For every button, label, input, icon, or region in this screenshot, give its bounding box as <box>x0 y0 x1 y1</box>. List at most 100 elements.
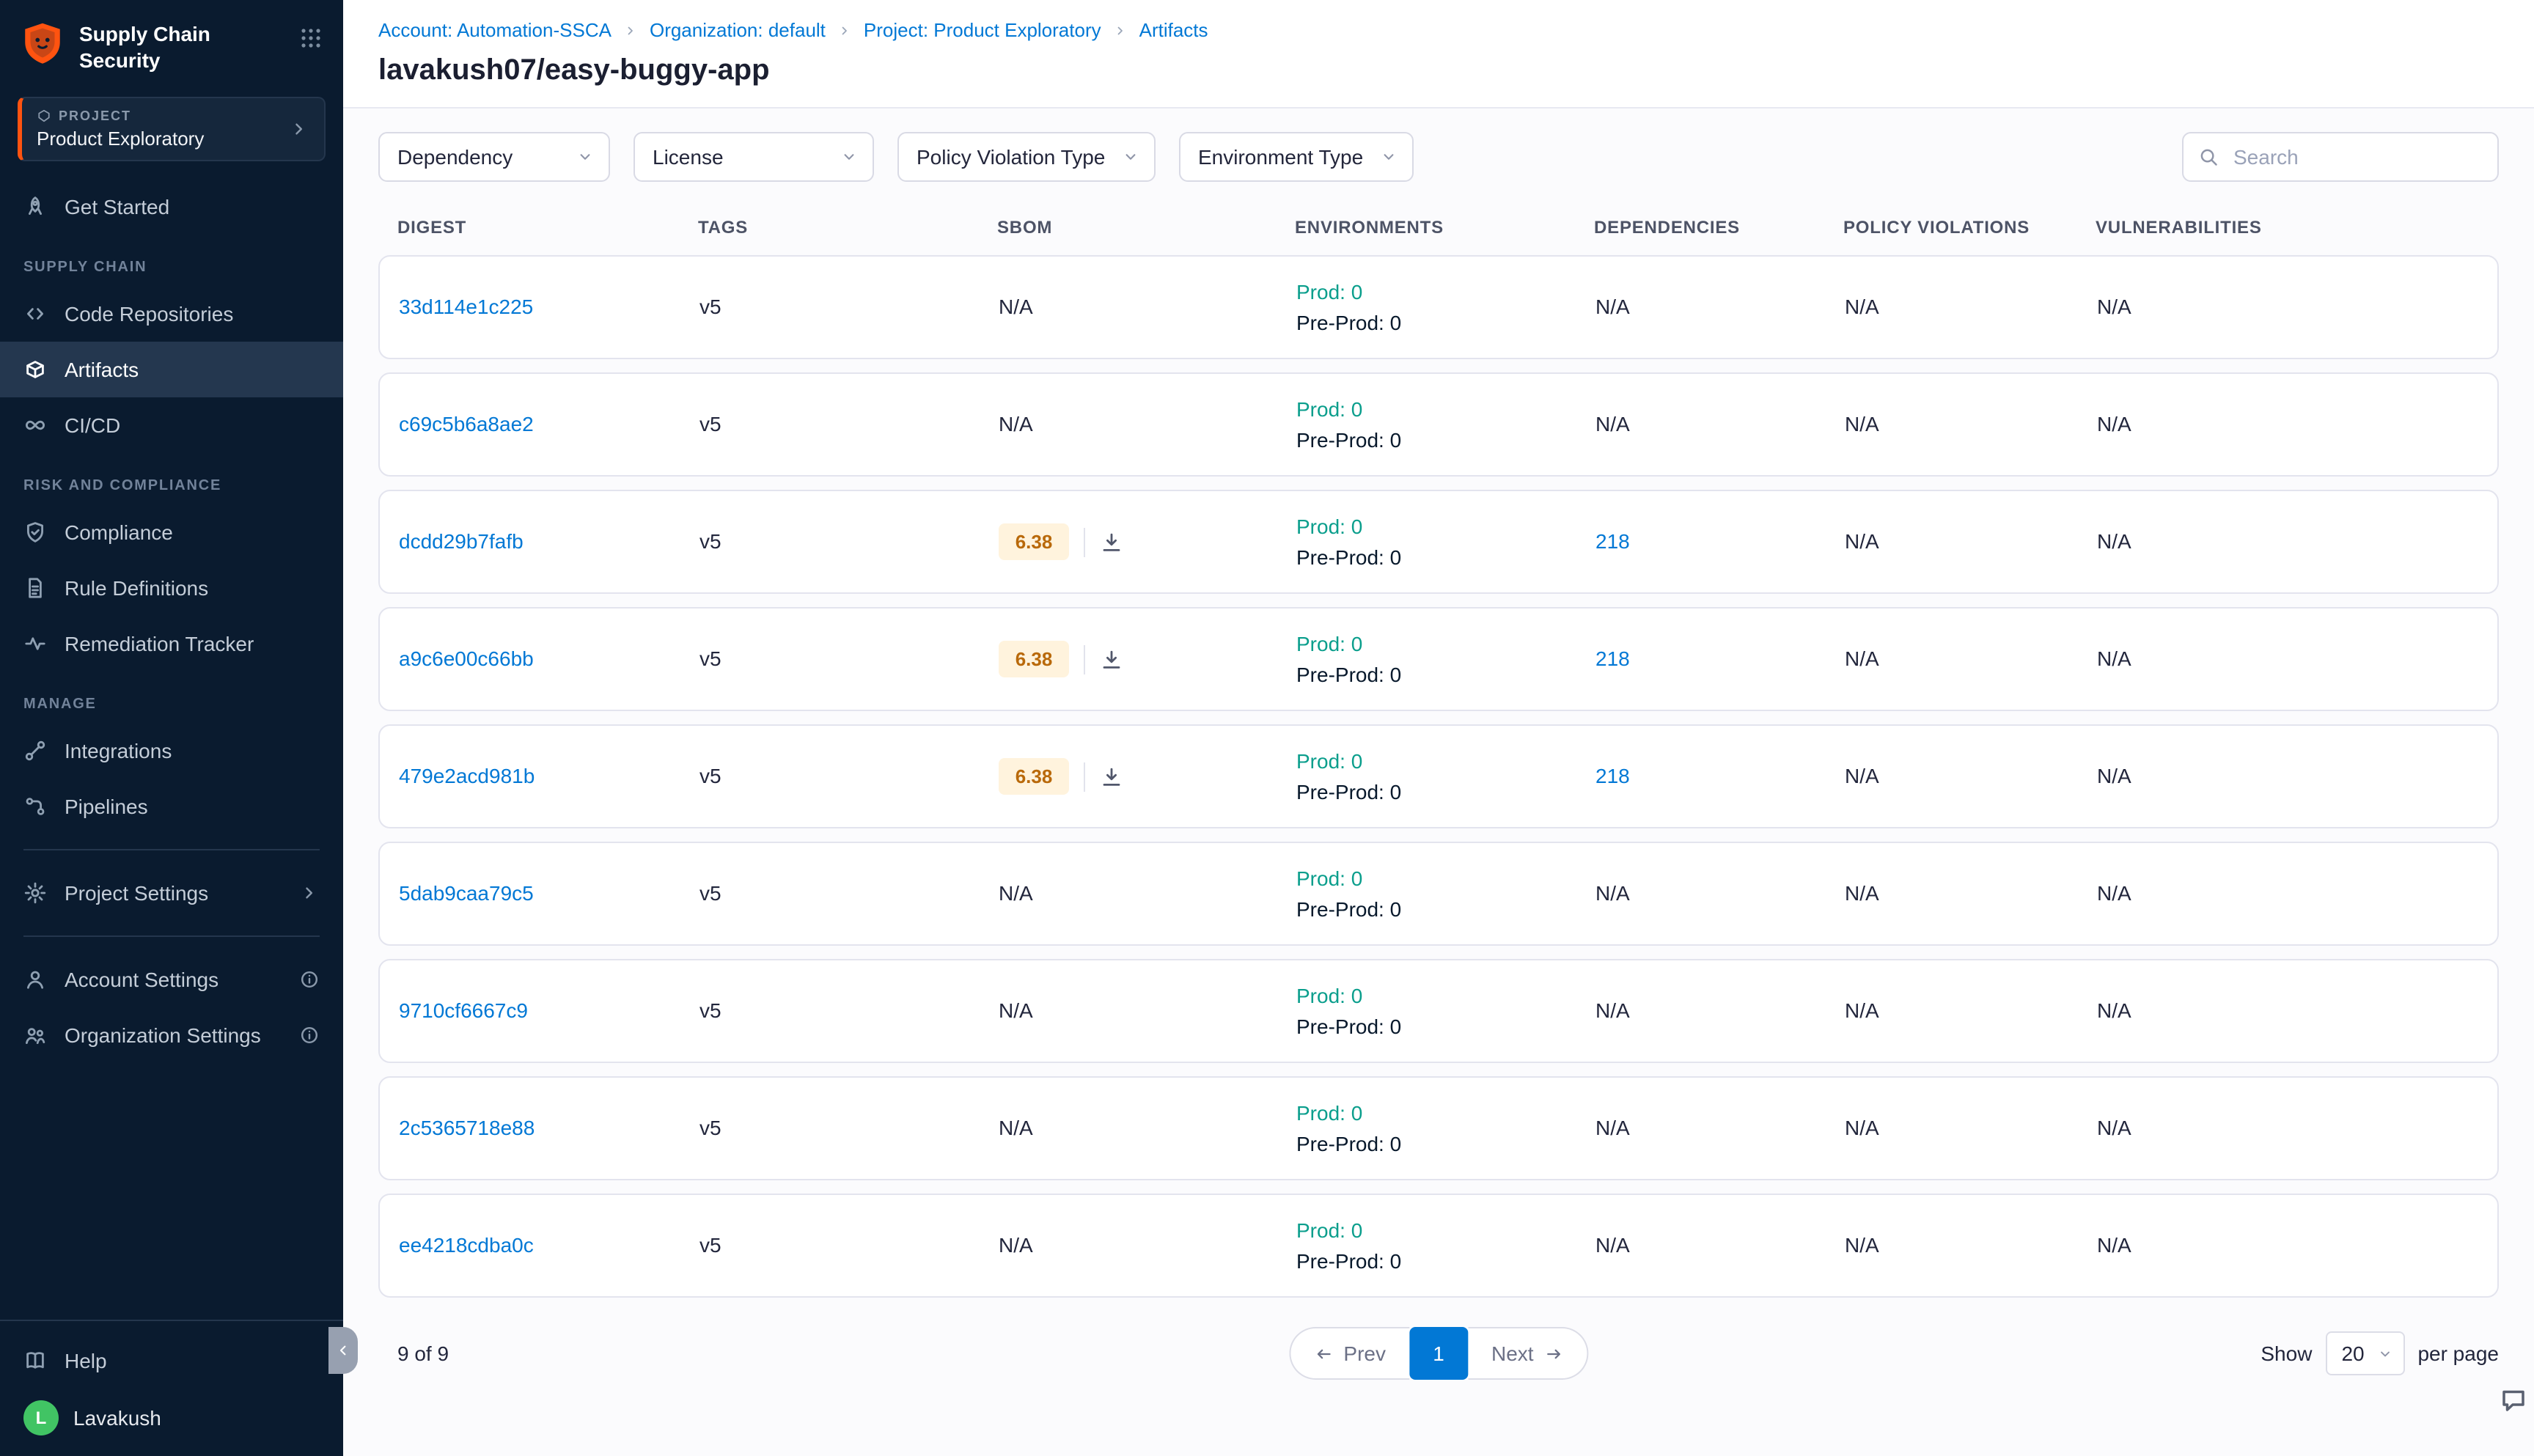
search-input[interactable] <box>2230 144 2483 170</box>
sidebar-item-get-started[interactable]: Get Started <box>0 179 343 235</box>
grid-icon[interactable] <box>299 21 323 50</box>
digest-link[interactable]: 2c5365718e88 <box>399 1115 535 1139</box>
tag-value: v5 <box>699 294 721 317</box>
sidebar-sections: SUPPLY CHAINCode RepositoriesArtifactsCI… <box>0 235 343 834</box>
project-selector[interactable]: PROJECT Product Exploratory <box>18 97 326 161</box>
vulnerabilities-value: N/A <box>2097 1115 2131 1139</box>
sbom-score-badge: 6.38 <box>999 641 1069 677</box>
env-prod-count: Prod: 0 <box>1296 1216 1595 1246</box>
breadcrumb-account[interactable]: Account: Automation-SSCA <box>378 19 612 41</box>
sidebar-item-label: Get Started <box>65 195 320 218</box>
divider <box>1084 527 1085 556</box>
digest-link[interactable]: ee4218cdba0c <box>399 1232 534 1256</box>
sidebar-item-remediation-tracker[interactable]: Remediation Tracker <box>0 616 343 672</box>
sbom-value: N/A <box>999 1115 1033 1139</box>
project-icon <box>37 109 51 123</box>
info-icon <box>299 1025 320 1045</box>
environments-cell: Prod: 0Pre-Prod: 0 <box>1296 1098 1595 1158</box>
project-label: PROJECT <box>59 109 131 123</box>
sbom-value: N/A <box>999 411 1033 435</box>
chat-icon[interactable] <box>2499 1386 2528 1415</box>
sbom-download-button[interactable] <box>1100 647 1123 671</box>
sidebar-item-organization-settings[interactable]: Organization Settings <box>0 1007 343 1063</box>
policy-violations-value: N/A <box>1845 529 1879 552</box>
license-filter-dropdown[interactable]: License <box>634 132 874 182</box>
chevron-right-icon <box>299 883 320 903</box>
breadcrumb-project[interactable]: Project: Product Exploratory <box>864 19 1101 41</box>
project-name: Product Exploratory <box>37 128 289 150</box>
policy-violation-type-filter-dropdown[interactable]: Policy Violation Type <box>897 132 1156 182</box>
sidebar-item-artifacts[interactable]: Artifacts <box>0 342 343 397</box>
sidebar-item-account-settings[interactable]: Account Settings <box>0 952 343 1007</box>
sbom-score-badge: 6.38 <box>999 758 1069 795</box>
column-header-tags: TAGS <box>698 217 997 238</box>
dependency-filter-dropdown[interactable]: Dependency <box>378 132 610 182</box>
sidebar-bottom: Help L Lavakush <box>0 1320 343 1456</box>
column-header-sbom: SBOM <box>997 217 1295 238</box>
arrow-left-icon <box>1314 1344 1333 1363</box>
code-repositories-icon <box>23 302 47 326</box>
dependencies-link[interactable]: 218 <box>1595 763 1630 787</box>
user-name: Lavakush <box>73 1406 161 1430</box>
sidebar-item-integrations[interactable]: Integrations <box>0 723 343 779</box>
sbom-score-badge: 6.38 <box>999 523 1069 560</box>
project-selector-text: PROJECT Product Exploratory <box>37 109 289 150</box>
page-number-button[interactable]: 1 <box>1409 1327 1468 1380</box>
sidebar-item-rule-definitions[interactable]: Rule Definitions <box>0 560 343 616</box>
digest-link[interactable]: dcdd29b7fafb <box>399 529 524 552</box>
sbom-value: N/A <box>999 998 1033 1021</box>
dependencies-link[interactable]: 218 <box>1595 529 1630 552</box>
vulnerabilities-value: N/A <box>2097 294 2131 317</box>
chevron-down-icon <box>576 148 594 166</box>
column-header-dependencies: DEPENDENCIES <box>1594 217 1843 238</box>
environments-cell: Prod: 0Pre-Prod: 0 <box>1296 746 1595 806</box>
digest-link[interactable]: 479e2acd981b <box>399 763 535 787</box>
page-size-dropdown[interactable]: 20 <box>2325 1331 2404 1375</box>
digest-link[interactable]: 5dab9caa79c5 <box>399 880 534 904</box>
table-row: 479e2acd981bv56.38Prod: 0Pre-Prod: 0218N… <box>378 724 2499 828</box>
tag-value: v5 <box>699 998 721 1021</box>
sidebar-item-compliance[interactable]: Compliance <box>0 504 343 560</box>
sidebar-item-code-repositories[interactable]: Code Repositories <box>0 286 343 342</box>
sbom-cell: 6.38 <box>999 523 1296 560</box>
tag-value: v5 <box>699 1232 721 1256</box>
rocket-icon <box>23 195 47 218</box>
pipelines-icon <box>23 795 47 818</box>
column-header-environments: ENVIRONMENTS <box>1295 217 1594 238</box>
sidebar-collapse-handle[interactable] <box>328 1327 358 1374</box>
env-prod-count: Prod: 0 <box>1296 746 1595 776</box>
sidebar-item-project-settings[interactable]: Project Settings <box>0 865 343 921</box>
sbom-download-button[interactable] <box>1100 765 1123 788</box>
policy-violations-value: N/A <box>1845 998 1879 1021</box>
chevron-left-icon <box>334 1342 352 1359</box>
sidebar-item-pipelines[interactable]: Pipelines <box>0 779 343 834</box>
sidebar-item-ci-cd[interactable]: CI/CD <box>0 397 343 453</box>
env-preprod-count: Pre-Prod: 0 <box>1296 894 1595 924</box>
dropdown-label: Dependency <box>397 145 513 169</box>
digest-link[interactable]: a9c6e00c66bb <box>399 646 534 669</box>
dependencies-value: N/A <box>1595 411 1630 435</box>
digest-link[interactable]: 33d114e1c225 <box>399 294 533 317</box>
sidebar-item-help[interactable]: Help <box>0 1333 343 1389</box>
app-root: Supply Chain Security PROJECT Product Ex… <box>0 0 2534 1456</box>
sbom-cell: 6.38 <box>999 641 1296 677</box>
sbom-download-button[interactable] <box>1100 530 1123 554</box>
app-title-line1: Supply Chain <box>79 22 284 48</box>
prev-page-button[interactable]: Prev <box>1289 1327 1409 1380</box>
user-menu[interactable]: L Lavakush <box>0 1389 343 1441</box>
breadcrumb-current: Artifacts <box>1139 19 1208 41</box>
next-page-button[interactable]: Next <box>1468 1327 1588 1380</box>
filter-row: Dependency License Policy Violation Type… <box>378 132 2499 182</box>
policy-violations-value: N/A <box>1845 880 1879 904</box>
environment-type-filter-dropdown[interactable]: Environment Type <box>1179 132 1414 182</box>
table-header: DIGEST TAGS SBOM ENVIRONMENTS DEPENDENCI… <box>378 217 2499 238</box>
env-preprod-count: Pre-Prod: 0 <box>1296 776 1595 806</box>
dependencies-value: N/A <box>1595 1232 1630 1256</box>
digest-link[interactable]: 9710cf6667c9 <box>399 998 528 1021</box>
dependencies-link[interactable]: 218 <box>1595 646 1630 669</box>
sidebar-item-label: Remediation Tracker <box>65 632 320 655</box>
compliance-icon <box>23 521 47 544</box>
breadcrumb-organization[interactable]: Organization: default <box>650 19 826 41</box>
digest-link[interactable]: c69c5b6a8ae2 <box>399 411 534 435</box>
environments-cell: Prod: 0Pre-Prod: 0 <box>1296 512 1595 571</box>
